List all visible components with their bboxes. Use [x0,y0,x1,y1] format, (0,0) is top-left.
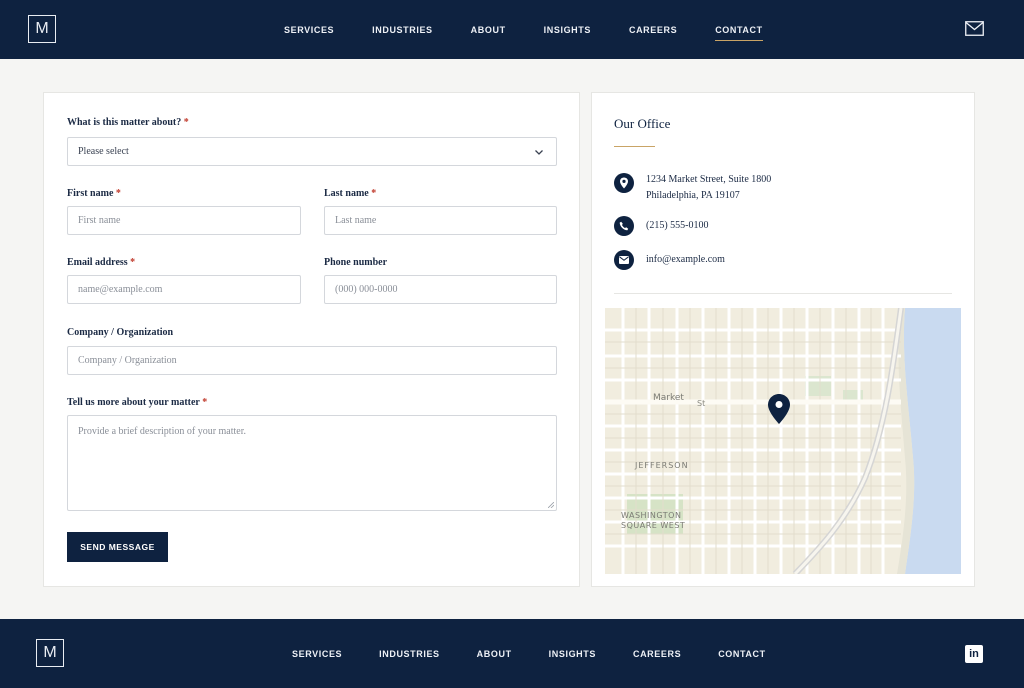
footer-nav-services[interactable]: SERVICES [292,649,342,659]
footer-nav-contact[interactable]: CONTACT [718,649,766,659]
last-name-label: Last name * [324,188,377,199]
office-phone[interactable]: (215) 555-0100 [646,218,709,234]
phone-label: Phone number [324,257,388,268]
svg-text:WASHINGTON: WASHINGTON [621,511,681,520]
nav-contact[interactable]: CONTACT [715,25,763,41]
office-map[interactable]: Market St JEFFERSON WASHINGTON SQUARE WE… [605,308,961,574]
company-label: Company / Organization [67,327,174,338]
svg-text:St: St [697,399,705,408]
nav-industries[interactable]: INDUSTRIES [372,25,433,35]
contact-form: What is this matter about? * Please sele… [43,92,580,587]
nav-services[interactable]: SERVICES [284,25,334,35]
mail-icon[interactable] [965,21,984,36]
office-address: 1234 Market Street, Suite 1800 Philadelp… [646,174,772,201]
details-textarea[interactable]: Provide a brief description of your matt… [67,415,557,511]
main-nav: SERVICES INDUSTRIES ABOUT INSIGHTS CAREE… [284,0,801,59]
email-field[interactable]: name@example.com [67,275,301,304]
office-email[interactable]: info@example.com [646,252,725,268]
linkedin-icon[interactable]: in [965,645,983,663]
matter-select[interactable]: Please select [67,137,557,166]
chevron-down-icon [535,150,543,155]
matter-label: What is this matter about? * [67,117,189,128]
office-card: Our Office 1234 Market Street, Suite 180… [591,92,975,587]
first-name-field[interactable]: First name [67,206,301,235]
map-graphic: Market St JEFFERSON WASHINGTON SQUARE WE… [605,308,961,574]
location-pin-icon [614,173,634,193]
footer-nav-careers[interactable]: CAREERS [633,649,681,659]
footer-logo[interactable]: M [36,639,64,667]
envelope-icon [614,250,634,270]
office-divider [614,293,952,294]
footer-nav: SERVICES INDUSTRIES ABOUT INSIGHTS CAREE… [292,619,803,688]
company-field[interactable]: Company / Organization [67,346,557,375]
site-footer: M SERVICES INDUSTRIES ABOUT INSIGHTS CAR… [0,619,1024,688]
site-logo[interactable]: M [28,15,56,43]
last-name-field[interactable]: Last name [324,206,557,235]
resize-handle-icon[interactable] [548,502,554,508]
footer-nav-about[interactable]: ABOUT [477,649,512,659]
svg-text:SQUARE WEST: SQUARE WEST [621,521,685,530]
email-label: Email address * [67,257,136,268]
send-message-button[interactable]: SEND MESSAGE [67,532,168,562]
footer-nav-insights[interactable]: INSIGHTS [549,649,596,659]
details-label: Tell us more about your matter * [67,397,208,408]
phone-field[interactable]: (000) 000-0000 [324,275,557,304]
map-pin-icon[interactable] [768,394,790,424]
phone-icon [614,216,634,236]
nav-about[interactable]: ABOUT [471,25,506,35]
svg-text:JEFFERSON: JEFFERSON [634,461,689,470]
title-rule [614,146,655,147]
svg-text:Market: Market [653,393,684,403]
nav-careers[interactable]: CAREERS [629,25,677,35]
site-header: M SERVICES INDUSTRIES ABOUT INSIGHTS CAR… [0,0,1024,59]
footer-nav-industries[interactable]: INDUSTRIES [379,649,440,659]
nav-insights[interactable]: INSIGHTS [544,25,591,35]
office-title: Our Office [614,116,671,131]
first-name-label: First name * [67,188,121,199]
